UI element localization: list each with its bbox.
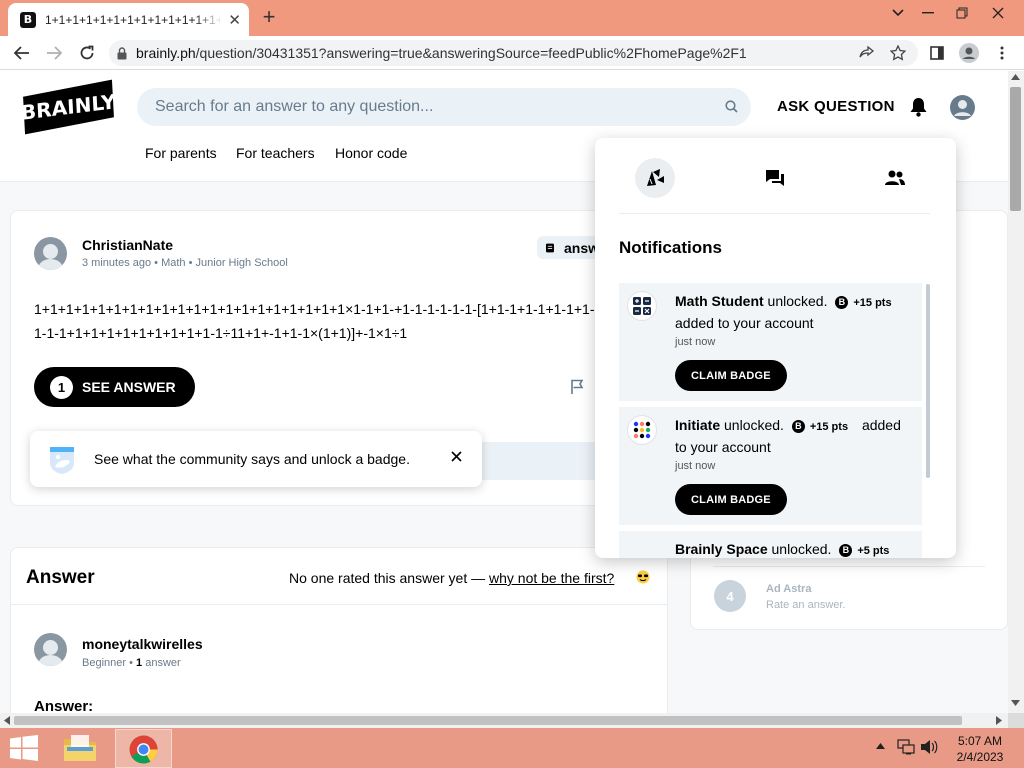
tab-achievements[interactable]: [635, 158, 675, 198]
link-honor-code[interactable]: Honor code: [335, 145, 407, 161]
answer-note-icon: [546, 243, 554, 252]
notification-time: just now: [675, 460, 716, 472]
points-badge: B +15 pts: [791, 417, 848, 437]
notification-text: Brainly Space unlocked. B +5 pts: [675, 539, 915, 558]
brainly-favicon-icon: B: [20, 11, 36, 28]
answer-divider: [10, 604, 667, 605]
side-divider: [713, 566, 985, 567]
tab-title: 1+1+1+1+1+1+1+1+1+1+1+1+1+1+1+1+1-1: [45, 12, 223, 27]
windows-start-icon[interactable]: [10, 735, 38, 761]
rate-first-link[interactable]: why not be the first?: [489, 570, 614, 586]
points-coin-icon: B: [835, 296, 849, 309]
chrome-menu-icon[interactable]: [991, 44, 1013, 62]
ask-question-button[interactable]: ASK QUESTION: [777, 98, 895, 115]
claim-badge-button[interactable]: CLAIM BADGE: [675, 484, 787, 515]
notification-item[interactable]: Brainly Space unlocked. B +5 pts: [619, 531, 922, 558]
close-window-button[interactable]: [981, 0, 1015, 26]
step-title: Ad Astra: [766, 583, 812, 595]
points-badge: B +5 pts: [839, 541, 889, 559]
messages-icon: [766, 170, 784, 186]
lock-icon[interactable]: [117, 46, 127, 60]
system-clock[interactable]: 5:07 AM 2/4/2023: [946, 733, 1014, 765]
tab-friends[interactable]: [875, 158, 915, 198]
report-flag-icon[interactable]: [570, 379, 586, 395]
asker-avatar[interactable]: [34, 237, 67, 270]
step-number-badge: 4: [714, 580, 746, 612]
scroll-right-arrow-icon[interactable]: [996, 716, 1002, 725]
cool-emoji-icon: [636, 570, 650, 584]
badge-graphic-icon: [46, 443, 78, 475]
notification-item[interactable]: Initiate unlocked. B +15 pts added to you…: [619, 407, 922, 525]
answerer-name[interactable]: moneytalkwirelles: [82, 636, 203, 652]
user-avatar[interactable]: [950, 95, 975, 120]
see-answer-button[interactable]: 1 SEE ANSWER: [34, 367, 195, 407]
achievements-icon: [647, 169, 664, 186]
bookmark-star-icon[interactable]: [887, 44, 909, 62]
notification-bell-icon[interactable]: [909, 97, 928, 117]
new-tab-button[interactable]: +: [256, 6, 282, 30]
address-bar[interactable]: brainly.ph/question/30431351?answering=t…: [109, 40, 918, 66]
profile-icon[interactable]: [958, 43, 980, 63]
scroll-up-arrow-icon[interactable]: [1011, 74, 1020, 80]
notification-text: Math Student unlocked. B +15 pts added to…: [675, 293, 892, 331]
volume-icon[interactable]: [920, 739, 938, 755]
step-description: Rate an answer.: [766, 599, 846, 611]
toast-close-icon[interactable]: [451, 451, 462, 462]
browser-tab[interactable]: B 1+1+1+1+1+1+1+1+1+1+1+1+1+1+1+1+1-1 ✕: [8, 3, 249, 36]
asker-name[interactable]: ChristianNate: [82, 237, 173, 253]
notifications-scrollbar[interactable]: [926, 284, 930, 478]
points-coin-icon: B: [839, 544, 853, 557]
file-explorer-icon[interactable]: [62, 733, 98, 763]
chrome-icon: [129, 735, 158, 764]
scroll-down-arrow-icon[interactable]: [1011, 700, 1020, 706]
back-arrow-icon[interactable]: [11, 44, 33, 62]
notifications-divider: [619, 213, 930, 214]
claim-badge-button[interactable]: CLAIM BADGE: [675, 360, 787, 391]
tab-close-icon[interactable]: ✕: [228, 11, 241, 29]
notifications-popup: Notifications Math Student unlocked. B +1…: [595, 138, 956, 558]
side-panel-icon[interactable]: [926, 44, 948, 62]
notifications-title: Notifications: [619, 238, 722, 257]
answer-count-badge: 1: [50, 375, 73, 399]
badge-toast: See what the community says and unlock a…: [30, 431, 482, 487]
search-input[interactable]: Search for an answer to any question...: [137, 88, 751, 126]
notification-text: Initiate unlocked. B +15 pts added to you…: [675, 417, 901, 455]
math-student-badge-icon: [627, 291, 657, 321]
minimize-button[interactable]: [911, 0, 945, 26]
scroll-left-arrow-icon[interactable]: [4, 716, 10, 725]
tab-messages[interactable]: [755, 158, 795, 198]
tab-search-chevron-icon[interactable]: [881, 0, 915, 26]
points-badge: B +15 pts: [835, 293, 892, 313]
network-icon[interactable]: [897, 739, 915, 755]
url-text: brainly.ph/question/30431351?answering=t…: [136, 45, 747, 61]
vertical-scrollbar-thumb[interactable]: [1010, 87, 1021, 211]
notification-item[interactable]: Math Student unlocked. B +15 pts added to…: [619, 283, 922, 401]
chrome-taskbar-button[interactable]: [115, 729, 172, 768]
horizontal-scrollbar-thumb[interactable]: [14, 716, 962, 725]
scrollbar-corner: [1008, 713, 1024, 728]
show-hidden-icons-chevron[interactable]: [876, 743, 885, 749]
link-for-parents[interactable]: For parents: [145, 145, 217, 161]
toast-text: See what the community says and unlock a…: [94, 451, 410, 467]
forward-arrow-icon[interactable]: [43, 44, 65, 62]
question-text: 1+1+1+1+1+1+1+1+1+1+1+1+1+1+1+1+1+1+1+1×…: [34, 301, 594, 341]
question-meta: 3 minutes ago • Math • Junior High Schoo…: [82, 257, 288, 269]
initiate-badge-icon: [627, 415, 657, 445]
share-icon[interactable]: [856, 44, 878, 62]
search-icon[interactable]: [725, 100, 738, 113]
reload-icon[interactable]: [76, 44, 98, 62]
restore-button[interactable]: [945, 0, 979, 26]
answer-rating-prompt: No one rated this answer yet — why not b…: [289, 570, 615, 586]
notification-time: just now: [675, 336, 716, 348]
answer-button[interactable]: answ: [537, 236, 599, 259]
answerer-meta: Beginner • 1 answer: [82, 657, 181, 669]
answerer-avatar[interactable]: [34, 633, 67, 666]
friends-icon: [885, 170, 905, 185]
points-coin-icon: B: [791, 420, 805, 433]
answer-heading: Answer: [26, 567, 95, 588]
link-for-teachers[interactable]: For teachers: [236, 145, 315, 161]
